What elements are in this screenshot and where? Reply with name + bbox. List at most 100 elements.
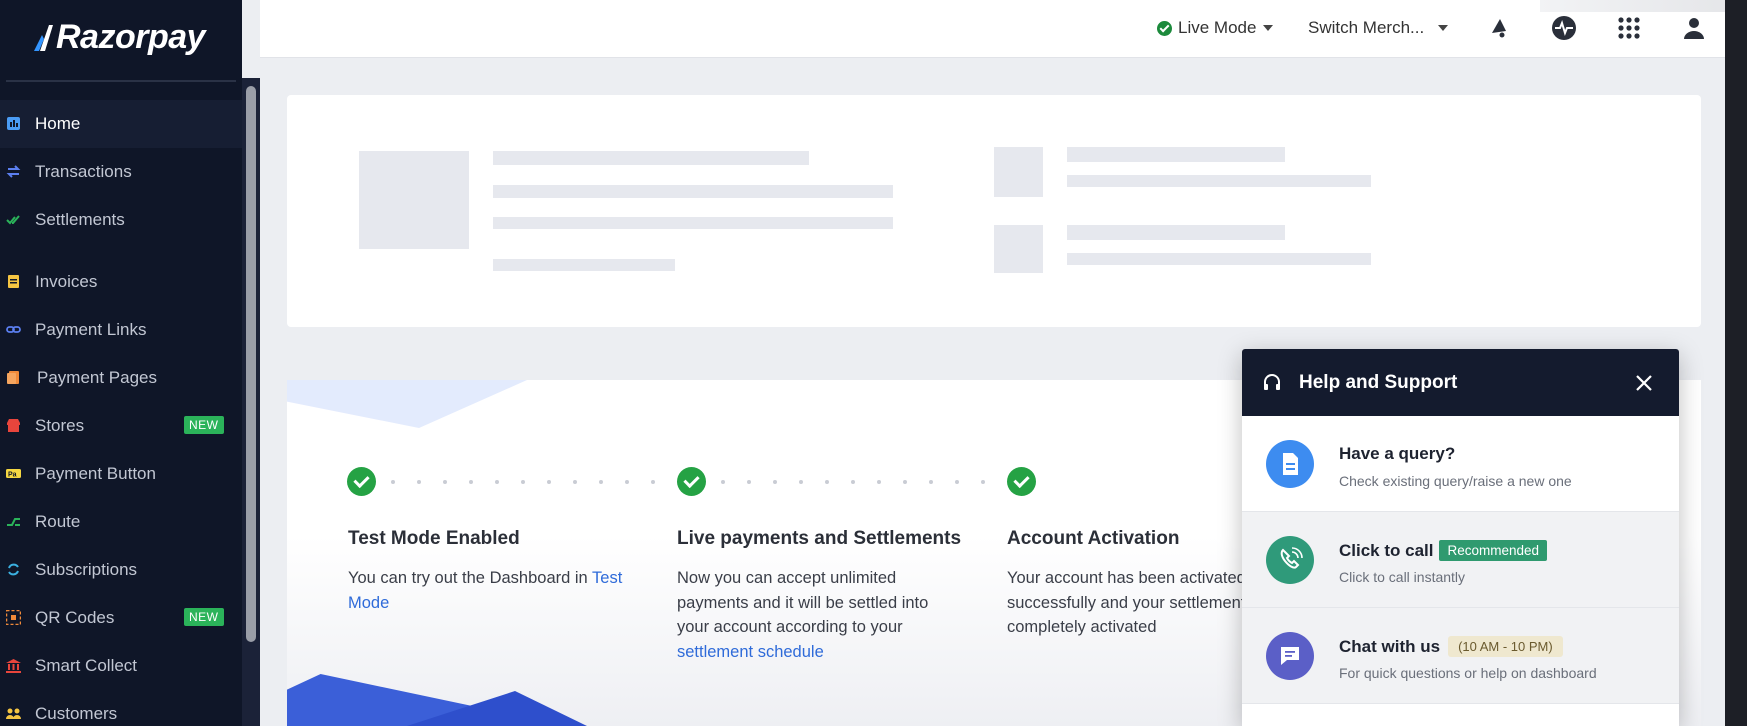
merchant-switcher[interactable]: Switch Merch... [1308,18,1449,38]
help-row-chat[interactable]: Chat with us (10 AM - 10 PM) For quick q… [1242,608,1679,704]
user-icon[interactable] [1681,15,1707,41]
recommended-badge: Recommended [1439,540,1548,561]
help-row-title: Have a query? [1339,444,1455,464]
step-description-text: You can try out the Dashboard in [348,569,593,587]
help-row-call[interactable]: Click to call Recommended Click to call … [1242,512,1679,608]
divider [6,80,236,82]
sidebar-item-label: Customers [35,704,118,723]
subscriptions-icon [8,563,19,576]
settlement-schedule-link[interactable]: settlement schedule [677,643,824,661]
chevron-down-icon [1263,25,1274,31]
sidebar-item-payment-button[interactable]: Pa Payment Button [0,450,242,498]
skeleton-line [493,259,675,271]
link-icon [6,326,21,333]
help-row-subtitle: Click to call instantly [1339,569,1466,585]
step-description: Your account has been activated successf… [1007,569,1254,636]
svg-text:Pa: Pa [8,472,17,479]
sidebar-item-smart-collect[interactable]: Smart Collect [0,642,242,690]
skeleton-line [493,151,809,165]
qr-code-icon [6,610,21,625]
phone-icon [1266,536,1314,584]
skeleton-line [1067,225,1285,240]
payment-pages-icon [7,371,19,384]
step-description: You can try out the Dashboard in Test Mo… [348,566,628,615]
store-icon [7,419,20,432]
skeleton-line [1067,147,1285,162]
help-row-title-text: Click to call [1339,540,1434,560]
window-edge [1540,0,1747,12]
sidebar-item-stores[interactable]: Stores NEW [0,402,242,450]
invoices-icon [8,275,19,288]
sidebar-item-route[interactable]: Route [0,498,242,546]
progress-dots [721,480,985,484]
brand-name: Razorpay [56,18,206,56]
skeleton-line [493,185,893,198]
sidebar-item-label: Settlements [35,210,125,229]
decorative-shape [287,380,527,428]
headset-icon [1264,374,1280,390]
skeleton-line [1067,253,1371,265]
sidebar-item-invoices[interactable]: Invoices [0,258,242,306]
razorpay-logo-icon [34,24,53,51]
step-title: Test Mode Enabled [348,528,520,549]
sidebar-item-label: Stores [35,416,85,435]
sidebar-item-label: Invoices [35,272,98,291]
help-row-query[interactable]: Have a query? Check existing query/raise… [1242,416,1679,512]
chat-icon [1266,632,1314,680]
sidebar-scrollbar-thumb[interactable] [246,86,256,642]
help-row-title-text: Have a query? [1339,444,1456,463]
help-title: Help and Support [1299,372,1458,393]
hours-badge: (10 AM - 10 PM) [1448,636,1563,657]
route-icon [7,518,20,526]
skeleton-line [1067,175,1371,187]
step-title: Account Activation [1007,528,1180,549]
help-row-title: Chat with us (10 AM - 10 PM) [1339,636,1563,657]
help-header: Help and Support [1242,349,1679,416]
progress-dots [391,480,681,484]
sidebar-item-settlements[interactable]: Settlements [0,196,242,244]
sidebar-item-customers[interactable]: Customers [0,690,242,726]
razorpay-logo[interactable]: Razorpay [32,18,206,57]
customers-icon [6,708,21,719]
help-row-title-text: Chat with us [1339,636,1441,656]
document-icon [1266,440,1314,488]
announcement-icon[interactable] [1486,15,1512,41]
sidebar-item-label: Home [35,114,81,133]
step-title: Live payments and Settlements [677,528,962,549]
help-row-title: Click to call Recommended [1339,540,1548,561]
window-edge [1725,0,1747,726]
payment-button-icon: Pa [6,469,21,479]
skeleton-block [994,147,1043,197]
help-support-panel: Help and Support Have a query? Check exi… [1242,349,1679,726]
sidebar: Razorpay Home Transactions Settlements I… [0,0,242,726]
live-status-icon [1157,20,1172,36]
check-icon [1007,467,1036,496]
sidebar-item-label: Payment Button [35,464,156,483]
sidebar-item-label: Subscriptions [35,560,138,579]
sidebar-item-qr-codes[interactable]: QR Codes NEW [0,594,242,642]
step-description-text: Now you can accept unlimited payments an… [677,569,929,636]
settlements-icon [6,215,20,225]
sidebar-item-home[interactable]: Home [0,100,242,148]
loading-card [287,95,1701,327]
sidebar-item-payment-links[interactable]: Payment Links [0,306,242,354]
merchant-label: Switch Merch... [1308,18,1425,37]
check-icon [347,467,376,496]
sidebar-item-subscriptions[interactable]: Subscriptions [0,546,242,594]
close-icon[interactable] [1634,373,1654,393]
apps-grid-icon[interactable] [1616,15,1642,41]
bank-icon [6,659,21,673]
skeleton-block [359,151,469,249]
sidebar-item-payment-pages[interactable]: Payment Pages [0,354,242,402]
step-description: Now you can accept unlimited payments an… [677,566,947,664]
new-badge: NEW [184,416,224,434]
check-icon [677,467,706,496]
dashboard-icon [7,117,20,130]
skeleton-line [493,217,893,229]
mode-switcher[interactable]: Live Mode [1157,18,1274,38]
sidebar-item-label: Route [35,512,81,531]
activity-icon[interactable] [1551,15,1577,41]
transactions-icon [6,165,21,178]
sidebar-item-transactions[interactable]: Transactions [0,148,242,196]
chevron-down-icon [1438,25,1449,31]
